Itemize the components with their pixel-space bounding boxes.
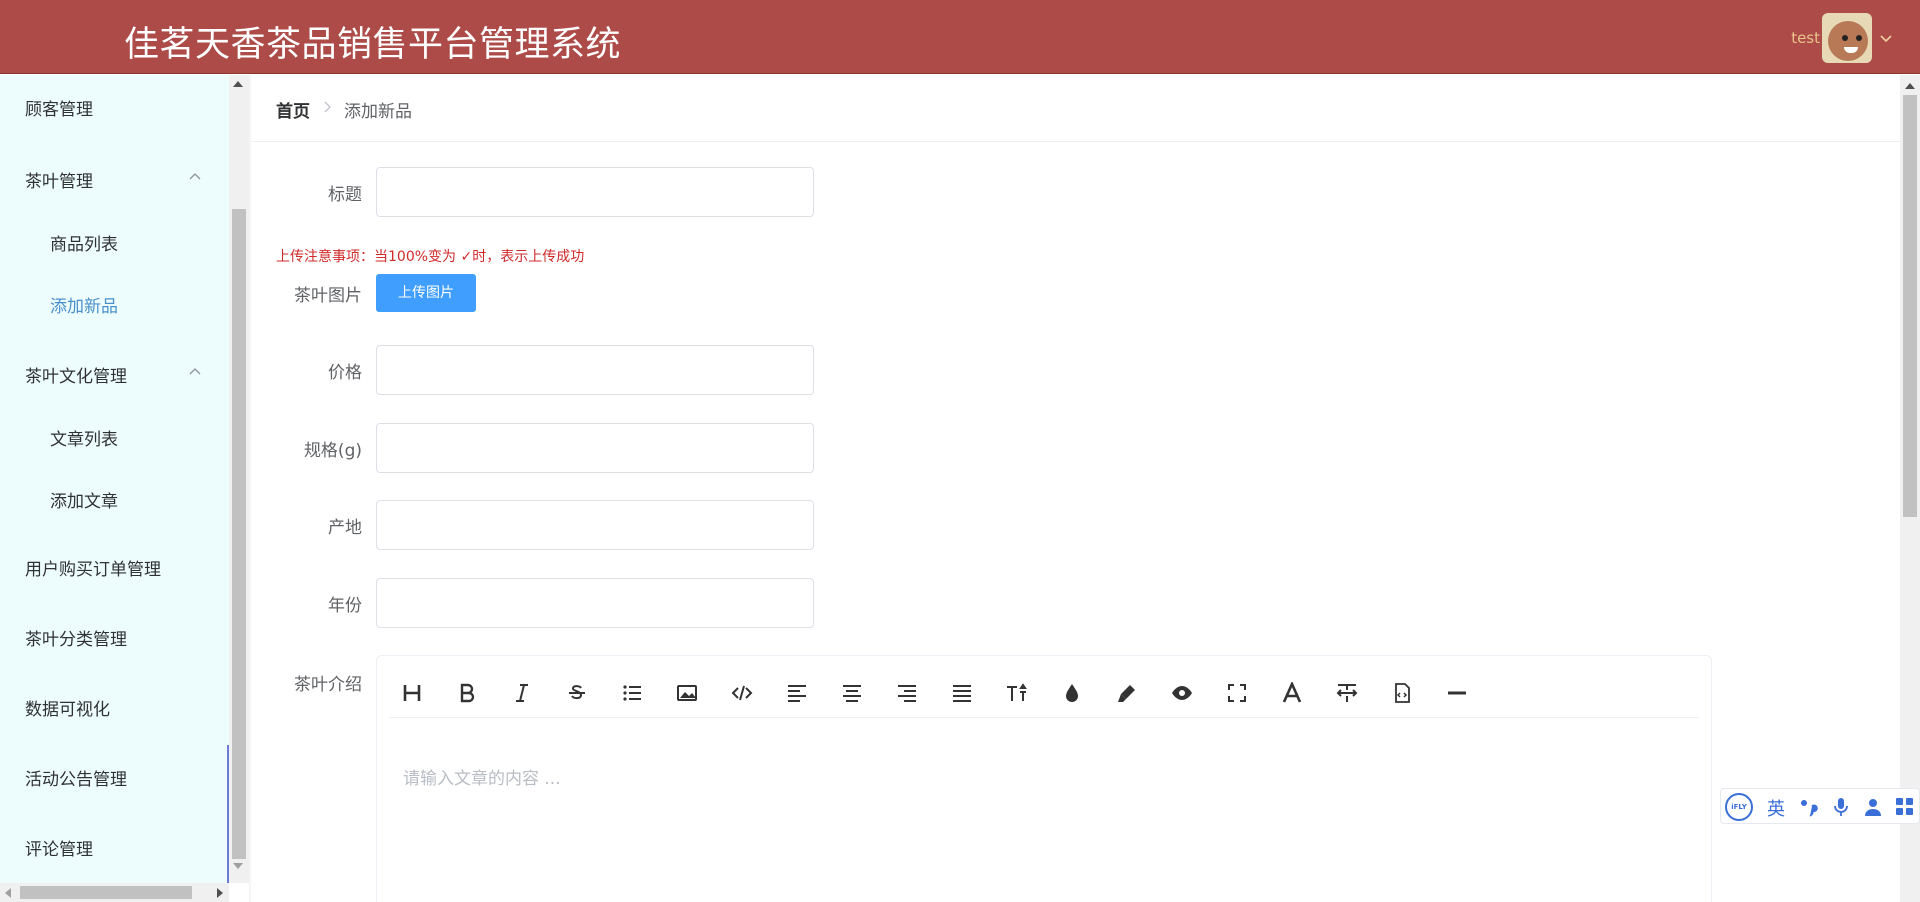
chevron-up-icon xyxy=(189,173,201,180)
origin-label: 产地 xyxy=(328,518,362,538)
sidebar-item-label: 茶叶文化管理 xyxy=(25,367,127,387)
breadcrumb: 首页 添加新品 xyxy=(251,75,1900,142)
scroll-up-icon[interactable] xyxy=(233,81,243,87)
sidebar-item-tea-culture[interactable]: 茶叶文化管理 xyxy=(0,362,229,392)
align-center-icon[interactable] xyxy=(839,680,865,706)
color-drop-icon[interactable] xyxy=(1059,680,1085,706)
heading-icon[interactable] xyxy=(399,680,425,706)
sidebar-vertical-scrollbar[interactable] xyxy=(229,75,249,883)
sidebar-item-categories[interactable]: 茶叶分类管理 xyxy=(0,625,229,655)
sidebar-item-tea-management[interactable]: 茶叶管理 xyxy=(0,167,229,197)
price-input[interactable] xyxy=(376,345,814,395)
text-size-icon[interactable] xyxy=(1004,680,1030,706)
chevron-right-icon xyxy=(324,101,331,113)
sidebar-item-label: 顾客管理 xyxy=(25,100,93,120)
spec-input[interactable] xyxy=(376,423,814,473)
file-icon[interactable] xyxy=(1389,680,1415,706)
image-icon[interactable] xyxy=(674,680,700,706)
year-label: 年份 xyxy=(328,596,362,616)
chevron-down-icon[interactable] xyxy=(1878,30,1894,46)
spec-label: 规格(g) xyxy=(303,441,362,461)
sidebar-item-label: 添加文章 xyxy=(50,492,118,512)
username[interactable]: test xyxy=(1791,29,1820,47)
title-label: 标题 xyxy=(328,185,362,205)
scroll-thumb[interactable] xyxy=(20,886,192,899)
scroll-up-icon[interactable] xyxy=(1905,83,1915,89)
upload-image-button[interactable]: 上传图片 xyxy=(376,274,476,312)
sidebar-item-label: 茶叶分类管理 xyxy=(25,630,127,650)
scroll-down-icon[interactable] xyxy=(233,863,243,869)
avatar[interactable] xyxy=(1822,13,1872,63)
sidebar-item-label: 商品列表 xyxy=(50,235,118,255)
sidebar: 顾客管理 茶叶管理 商品列表 添加新品 茶叶文化管理 文章列表 添加文章 用户购… xyxy=(0,75,229,902)
italic-icon[interactable] xyxy=(509,680,535,706)
align-left-icon[interactable] xyxy=(784,680,810,706)
sidebar-item-label: 数据可视化 xyxy=(25,700,110,720)
sidebar-item-label: 文章列表 xyxy=(50,430,118,450)
sidebar-horizontal-scrollbar[interactable] xyxy=(0,883,229,902)
align-justify-icon[interactable] xyxy=(949,680,975,706)
scroll-thumb[interactable] xyxy=(232,209,246,859)
divider xyxy=(249,75,251,902)
title-input[interactable] xyxy=(376,167,814,217)
app-header: 佳茗天香茶品销售平台管理系统 test xyxy=(0,0,1920,74)
rich-text-editor[interactable]: 请输入文章的内容 ... xyxy=(376,655,1712,902)
sidebar-item-orders[interactable]: 用户购买订单管理 xyxy=(0,555,229,585)
breadcrumb-home[interactable]: 首页 xyxy=(276,97,310,122)
strikethrough-icon[interactable] xyxy=(564,680,590,706)
chevron-up-icon xyxy=(189,368,201,375)
horizontal-rule-icon[interactable] xyxy=(1444,680,1470,706)
main-vertical-scrollbar[interactable] xyxy=(1900,75,1920,902)
scroll-thumb[interactable] xyxy=(1903,95,1917,517)
user-menu[interactable]: test xyxy=(1791,13,1894,63)
sidebar-item-add-article[interactable]: 添加文章 xyxy=(0,487,229,517)
highlighter-icon[interactable] xyxy=(1114,680,1140,706)
code-icon[interactable] xyxy=(729,680,755,706)
editor-placeholder[interactable]: 请输入文章的内容 ... xyxy=(403,764,561,789)
sidebar-item-comments[interactable]: 评论管理 xyxy=(0,835,229,865)
sidebar-item-label: 活动公告管理 xyxy=(25,770,127,790)
align-right-icon[interactable] xyxy=(894,680,920,706)
bold-icon[interactable] xyxy=(454,680,480,706)
sidebar-item-label: 添加新品 xyxy=(50,297,118,317)
image-label: 茶叶图片 xyxy=(294,286,362,306)
fullscreen-icon[interactable] xyxy=(1224,680,1250,706)
sidebar-item-announcements[interactable]: 活动公告管理 xyxy=(0,765,229,795)
editor-toolbar xyxy=(389,668,1699,718)
microphone-icon[interactable] xyxy=(1831,797,1851,817)
price-label: 价格 xyxy=(328,363,362,383)
breadcrumb-current: 添加新品 xyxy=(344,102,412,122)
ime-toolbar[interactable]: iFLY 英 xyxy=(1720,788,1920,824)
upload-notice: 上传注意事项：当100%变为 ✓时，表示上传成功 xyxy=(276,249,585,265)
user-icon[interactable] xyxy=(1863,797,1883,817)
sidebar-item-visualization[interactable]: 数据可视化 xyxy=(0,695,229,725)
year-input[interactable] xyxy=(376,578,814,628)
sidebar-item-customers[interactable]: 顾客管理 xyxy=(0,95,229,125)
ime-language-toggle[interactable]: 英 xyxy=(1767,795,1785,821)
sidebar-item-label: 茶叶管理 xyxy=(25,172,93,192)
origin-input[interactable] xyxy=(376,500,814,550)
apps-grid-icon[interactable] xyxy=(1895,797,1915,817)
scroll-left-icon[interactable] xyxy=(5,888,11,898)
intro-label: 茶叶介绍 xyxy=(294,675,362,695)
list-icon[interactable] xyxy=(619,680,645,706)
punctuation-icon[interactable] xyxy=(1799,797,1819,817)
sidebar-item-product-list[interactable]: 商品列表 xyxy=(0,230,229,260)
sidebar-item-label: 用户购买订单管理 xyxy=(25,560,161,580)
sidebar-item-add-product[interactable]: 添加新品 xyxy=(0,292,229,322)
font-icon[interactable] xyxy=(1279,680,1305,706)
sidebar-item-label: 评论管理 xyxy=(25,840,93,860)
app-title: 佳茗天香茶品销售平台管理系统 xyxy=(124,25,622,65)
scroll-right-icon[interactable] xyxy=(217,888,223,898)
sidebar-item-article-list[interactable]: 文章列表 xyxy=(0,425,229,455)
text-format-icon[interactable] xyxy=(1334,680,1360,706)
ifly-logo[interactable]: iFLY xyxy=(1725,793,1753,821)
preview-eye-icon[interactable] xyxy=(1169,680,1195,706)
